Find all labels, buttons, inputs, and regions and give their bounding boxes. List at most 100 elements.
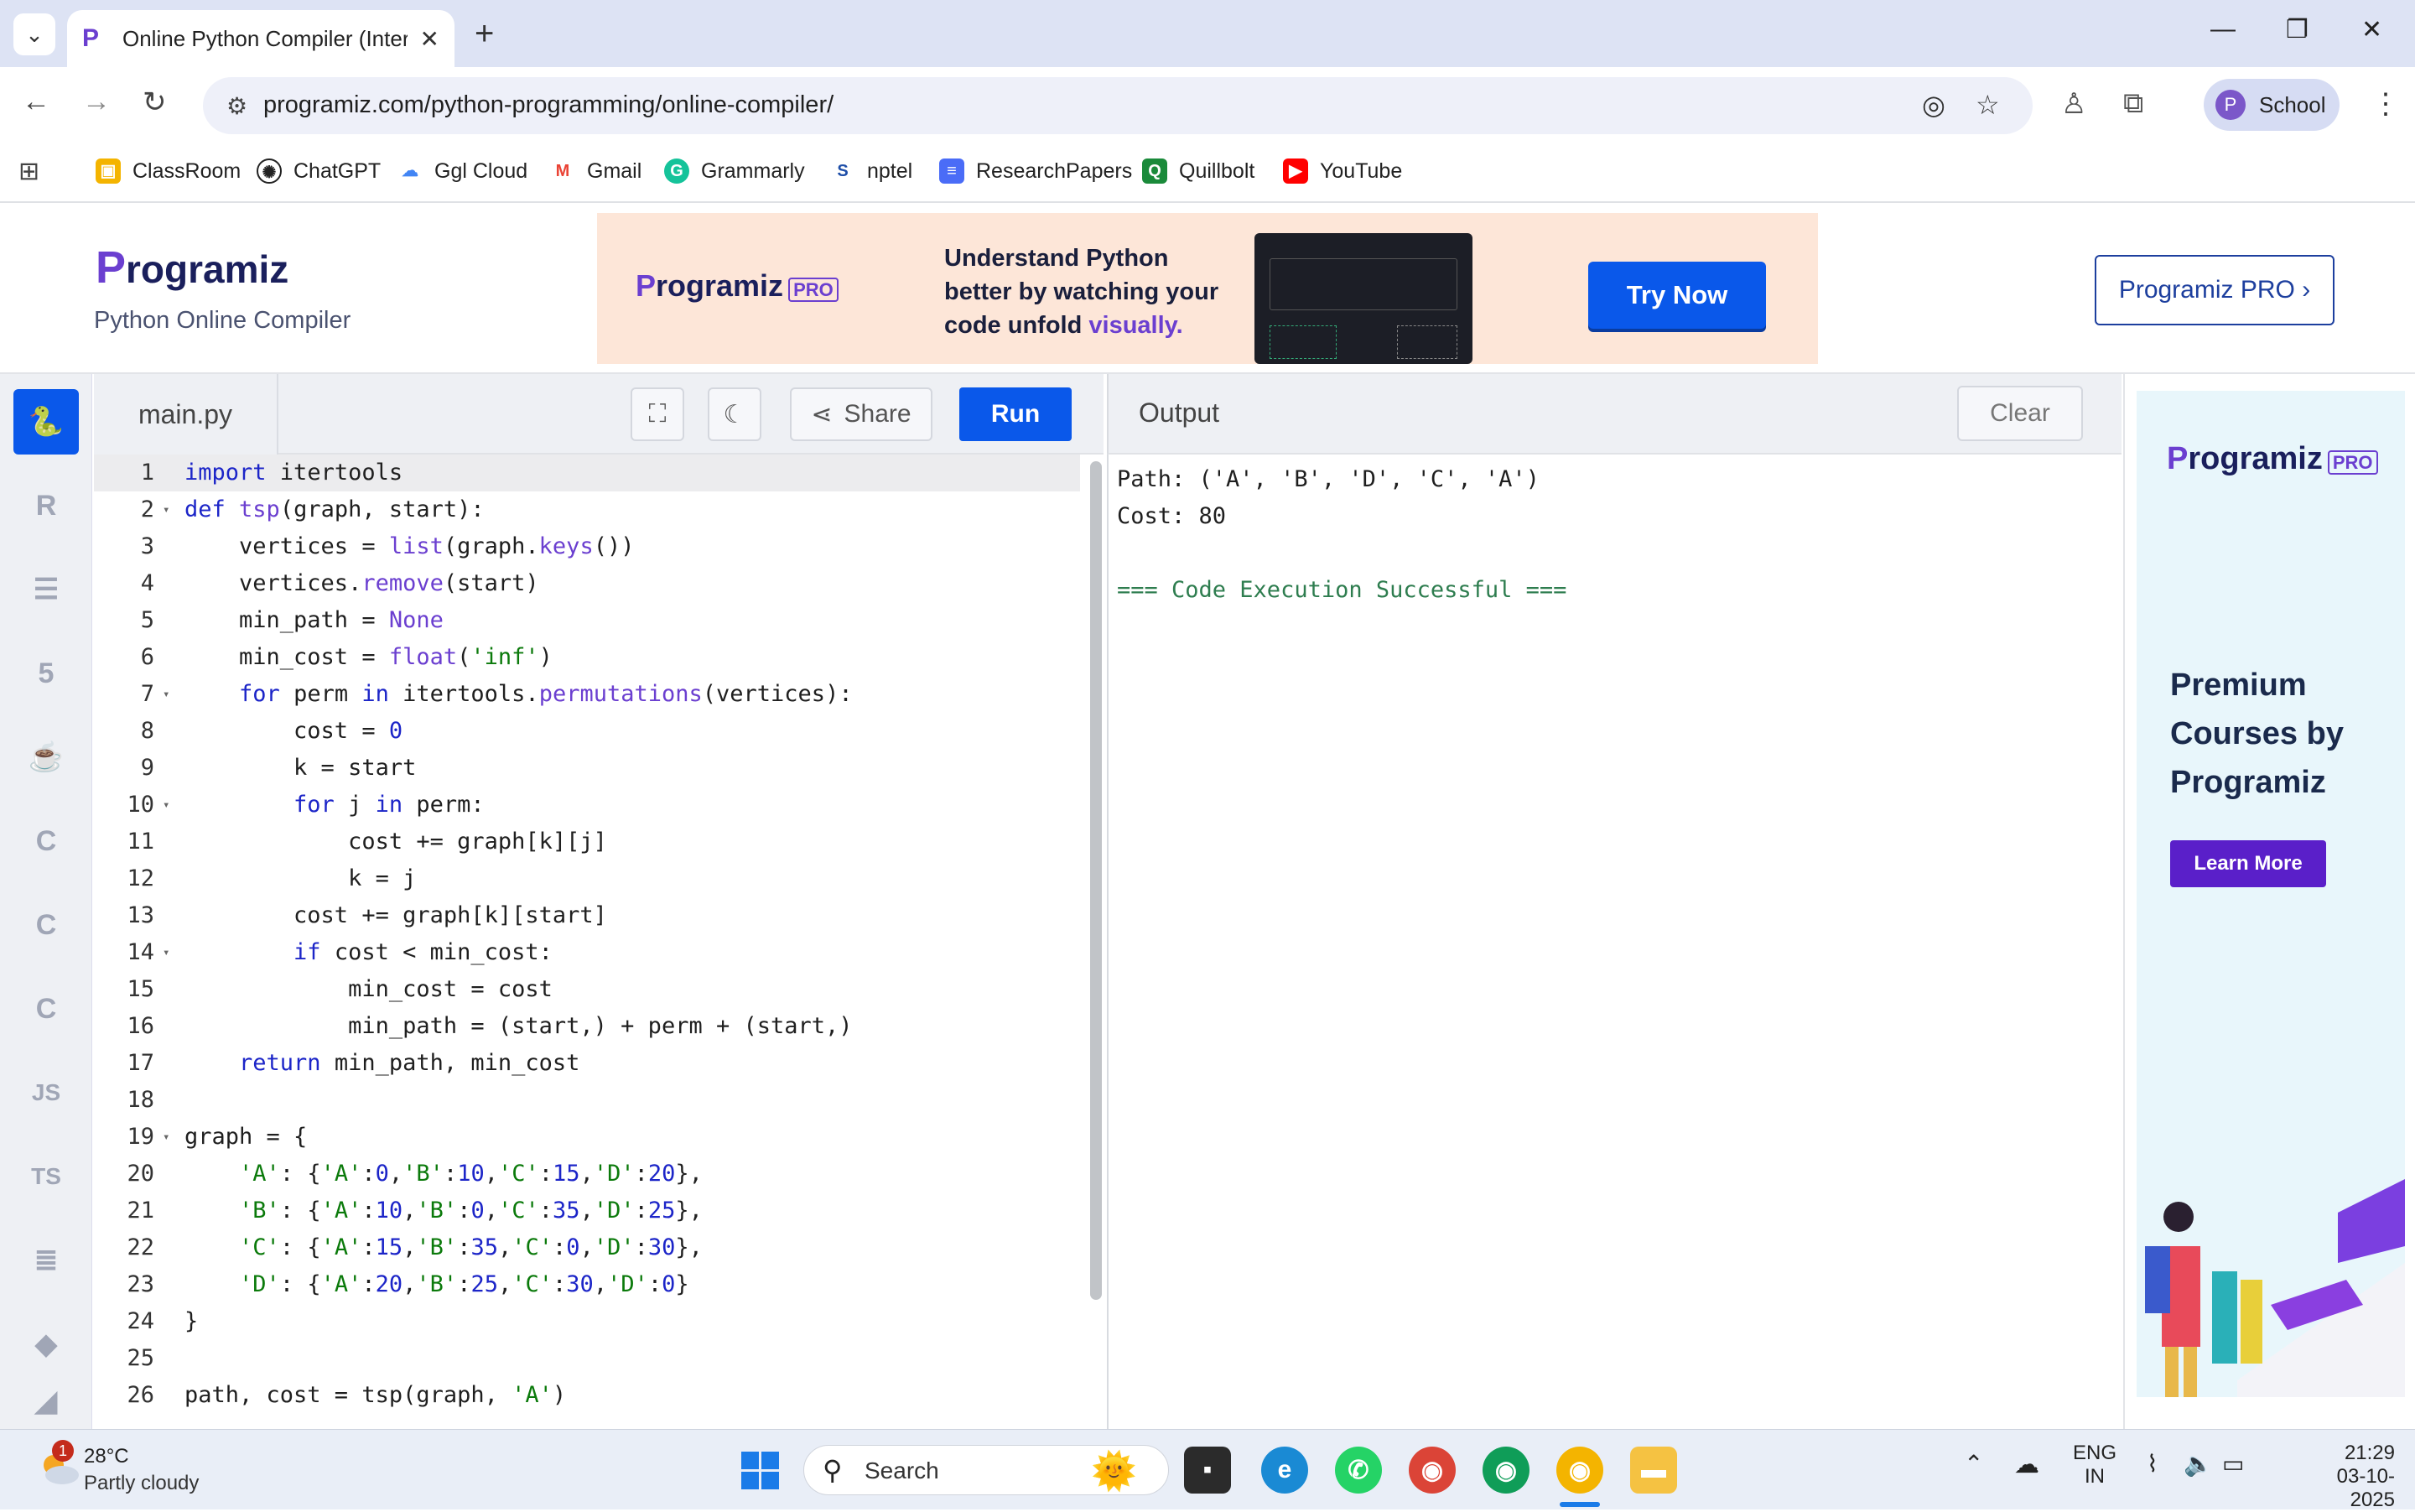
new-tab-button[interactable]: + [475,15,494,52]
code-line: min_path = (start,) + perm + (start,) [184,1013,853,1039]
promo-banner[interactable]: Programiz PRO Understand Python better by… [597,213,1818,364]
code-editor[interactable]: 1 2 ▾ 3 4 5 6 7 ▾ 8 9 10 ▾ 11 12 13 14 ▾ 15 16 17 18 19 ▾ 20 21 22… [94,455,1104,1429]
go-icon[interactable]: ≣ [13,1228,79,1293]
onedrive-cloud-icon[interactable]: ☁ [2014,1450,2039,1479]
tab-search-button[interactable]: ⌄ [13,13,55,55]
code-line: vertices = list(graph.keys()) [184,533,635,559]
cpp-icon[interactable]: C [13,892,79,958]
tab-title: Online Python Compiler (Interp [122,25,408,51]
volume-muted-icon[interactable]: 🔈 [2184,1450,2213,1478]
java-icon[interactable]: ☕ [13,725,79,790]
address-bar[interactable]: ⚙ programiz.com/python-programming/onlin… [203,77,2033,134]
code-line: graph = { [184,1124,308,1150]
python-icon[interactable]: 🐍 [13,389,79,455]
dark-mode-moon-icon[interactable]: ☾ [708,387,761,441]
file-tab[interactable]: main.py [94,374,278,455]
weather-desc: Partly cloudy [84,1472,200,1494]
chrome-profile-m-icon[interactable]: ◉ [1483,1447,1530,1494]
tracking-eye-icon[interactable]: ◎ [1922,89,1945,121]
fold-chevron-icon[interactable]: ▾ [163,946,169,959]
code-line: for perm in itertools.permutations(verti… [239,681,853,707]
swift-icon[interactable]: ◆ [13,1312,79,1377]
language-sidebar: 🐍 R ☰ 5 ☕ C C C JS TS ≣ ◆ ◢ [0,374,92,1429]
rust-icon[interactable]: ◢ [13,1380,79,1422]
site-info-icon[interactable]: ⚙ [226,92,247,120]
bookmark-gmail[interactable]: M Gmail [550,154,641,188]
clear-button[interactable]: Clear [1957,386,2083,441]
bookmark-ggl-cloud[interactable]: ☁ Ggl Cloud [397,154,527,188]
battery-icon[interactable]: ▭ [2222,1450,2244,1478]
logo-text: rogramiz [126,247,289,291]
back-icon[interactable]: ← [22,86,50,118]
bookmark-star-icon[interactable]: ☆ [1976,89,2000,121]
profile-button[interactable]: P School [2204,79,2340,131]
database-icon[interactable]: ☰ [13,557,79,622]
banner-text: Understand Python better by watching you… [944,242,1246,342]
learn-more-button[interactable]: Learn More [2170,840,2326,887]
html5-icon[interactable]: 5 [13,641,79,706]
extensions-puzzle-icon[interactable]: ⧉ [2123,87,2143,120]
reload-icon[interactable]: ↻ [143,86,167,119]
try-now-button[interactable]: Try Now [1588,262,1766,329]
run-button[interactable]: Run [959,387,1072,441]
show-hidden-icons-chevron-icon[interactable]: ⌃ [1964,1450,1983,1478]
fold-chevron-icon[interactable]: ▾ [163,503,169,517]
line-number: 14 [127,939,154,965]
output-header: Output Clear [1107,374,2122,455]
bookmark-classroom[interactable]: ▣ ClassRoom [96,154,241,188]
forward-icon[interactable]: → [82,86,111,118]
fullscreen-icon[interactable]: ⛶ [631,387,684,441]
bookmark-youtube[interactable]: ▶ YouTube [1283,154,1402,188]
tab-close-icon[interactable]: ✕ [420,25,439,53]
nptel-icon: S [830,158,855,184]
programiz-pro-button[interactable]: Programiz PRO › [2095,255,2334,325]
menu-kebab-icon[interactable]: ⋮ [2371,87,2400,121]
bookmark-grammarly[interactable]: G Grammarly [664,154,805,188]
ad-card[interactable]: Programiz PRO Premium Courses by Programi… [2137,391,2405,1397]
search-label: Search [865,1457,939,1483]
line-number: 2 [140,496,154,522]
extension-icon[interactable]: ♙ [2061,87,2086,121]
banner-code-preview [1254,233,1472,364]
c-icon[interactable]: C [13,808,79,874]
bookmark-quillbolt[interactable]: Q Quillbolt [1142,154,1254,188]
bookmarks-bar: ⊞ ▣ ClassRoom ✺ ChatGPT ☁ Ggl Cloud M Gmail … [0,143,2415,203]
chrome-profile-p-icon[interactable]: ◉ [1556,1447,1603,1494]
wifi-icon[interactable]: ⌇ [2147,1450,2158,1478]
share-button[interactable]: ⋖ Share [790,387,932,441]
line-number: 17 [127,1050,154,1076]
chrome-icon[interactable]: ◉ [1409,1447,1456,1494]
programiz-logo[interactable]: Programiz [96,242,288,294]
minimize-icon[interactable]: — [2210,15,2236,44]
windows-start-icon[interactable] [741,1452,780,1490]
apps-grid-icon[interactable]: ⊞ [18,154,39,188]
bookmark-nptel[interactable]: Snptel [830,154,912,188]
editor-scrollbar[interactable] [1090,461,1102,1300]
ts-icon[interactable]: TS [13,1144,79,1209]
bookmark-researchpapers[interactable]: ≡ ResearchPapers [939,154,1132,188]
restore-icon[interactable]: ❐ [2286,15,2309,44]
line-number: 7 [140,681,154,707]
clock[interactable]: 21:29 03-10-2025 [2311,1442,2395,1512]
line-number: 12 [127,865,154,891]
fold-chevron-icon[interactable]: ▾ [163,688,169,701]
language-indicator[interactable]: ENG IN [2073,1442,2116,1489]
bookmark-chatgpt[interactable]: ✺ ChatGPT [257,154,381,188]
line-number: 20 [127,1161,154,1187]
close-window-icon[interactable]: ✕ [2361,15,2382,44]
fold-chevron-icon[interactable]: ▾ [163,1130,169,1144]
js-icon[interactable]: JS [13,1060,79,1125]
task-view-icon[interactable]: ▪ [1184,1447,1231,1494]
line-number: 8 [140,718,154,744]
r-language-icon[interactable]: R [13,473,79,538]
taskbar-search[interactable]: ⚲ Search 🌞 [803,1445,1169,1495]
editor-toolbar: main.py ⛶ ☾ ⋖ Share Run [94,374,1104,455]
csharp-icon[interactable]: C [13,976,79,1042]
edge-icon[interactable]: e [1261,1447,1308,1494]
page-subtitle: Python Online Compiler [94,307,351,334]
tab-active[interactable]: P Online Python Compiler (Interp ✕ [67,10,454,67]
whatsapp-icon[interactable]: ✆ [1335,1447,1382,1494]
fold-chevron-icon[interactable]: ▾ [163,798,169,812]
line-number: 22 [127,1234,154,1260]
file-explorer-icon[interactable]: ▬ [1630,1447,1677,1494]
